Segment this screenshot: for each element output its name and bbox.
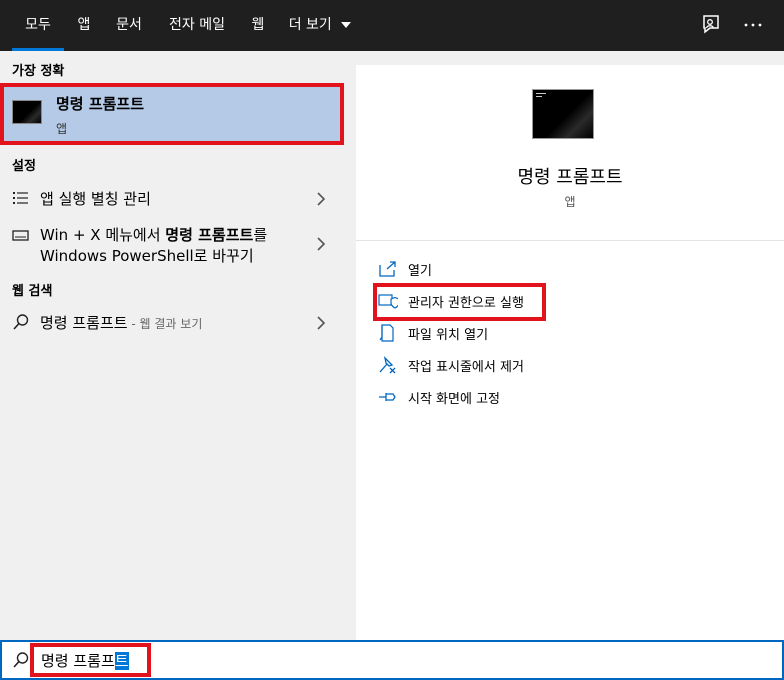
- tab-apps[interactable]: 앱: [70, 0, 98, 51]
- pin-icon: [379, 393, 396, 401]
- tab-email[interactable]: 전자 메일: [162, 0, 232, 51]
- web-search-suffix: - 웹 결과 보기: [127, 317, 203, 331]
- search-icon: [13, 652, 29, 668]
- unpin-from-taskbar-label: 작업 표시줄에서 제거: [408, 360, 524, 375]
- run-as-admin-callout: [373, 283, 546, 321]
- tab-all[interactable]: 모두: [12, 0, 64, 51]
- best-match-header: 가장 정확: [12, 64, 65, 79]
- tab-documents[interactable]: 문서: [109, 0, 149, 51]
- web-search-item[interactable]: 명령 프롬프트 - 웹 결과 보기: [0, 307, 344, 337]
- web-search-header: 웹 검색: [12, 284, 53, 299]
- web-search-query: 명령 프롬프트: [40, 314, 128, 332]
- unpin-icon: [379, 356, 396, 374]
- preview-title: 명령 프롬프트: [517, 167, 623, 188]
- feedback-icon[interactable]: [698, 12, 724, 38]
- chevron-right-icon: [317, 237, 326, 251]
- open-label: 열기: [408, 264, 432, 279]
- results-panel: 가장 정확 명령 프롬프트 앱 설정 앱 실행 별칭 관리 Win + X 메뉴…: [0, 51, 344, 640]
- tab-more-label: 더 보기: [288, 17, 332, 33]
- tab-more[interactable]: 더 보기: [285, 0, 355, 51]
- search-icon: [13, 314, 29, 330]
- pin-to-start-label: 시작 화면에 고정: [408, 392, 500, 407]
- settings-header: 설정: [12, 159, 36, 174]
- command-prompt-large-icon: [532, 89, 594, 139]
- label-bold: 명령 프롬프트: [165, 226, 254, 244]
- setting-item-winx-menu[interactable]: Win + X 메뉴에서 명령 프롬프트를 Windows PowerShell…: [0, 221, 344, 267]
- setting-item-app-alias[interactable]: 앱 실행 별칭 관리: [0, 183, 344, 213]
- file-location-icon: [379, 324, 394, 342]
- chevron-right-icon: [317, 316, 326, 330]
- preview-subtitle: 앱: [564, 195, 576, 209]
- search-callout: [30, 643, 151, 677]
- open-icon: [379, 261, 396, 277]
- setting-item-label-line2: Windows PowerShell로 바꾸기: [40, 247, 254, 265]
- setting-item-label: 앱 실행 별칭 관리: [40, 190, 151, 208]
- label-suffix: 를: [253, 226, 268, 244]
- list-icon: [13, 192, 28, 204]
- search-filter-bar: 모두 앱 문서 전자 메일 웹 더 보기: [0, 0, 784, 51]
- tab-web[interactable]: 웹: [245, 0, 271, 51]
- setting-item-label-line1: Win + X 메뉴에서 명령 프롬프트를: [40, 224, 267, 245]
- monitor-icon: [12, 230, 29, 241]
- open-file-location-label: 파일 위치 열기: [408, 328, 489, 343]
- caret-down-icon: [341, 22, 352, 28]
- chevron-right-icon: [317, 192, 326, 206]
- divider: [356, 240, 784, 241]
- ellipsis-icon[interactable]: [740, 12, 766, 38]
- preview-panel: 명령 프롬프트 앱 열기 관리자 권한으로 실행 파일 위치 열기 작업 표시줄…: [356, 65, 784, 640]
- label-prefix: Win + X 메뉴에서: [40, 226, 166, 244]
- web-search-label: 명령 프롬프트 - 웹 결과 보기: [40, 312, 202, 333]
- best-match-callout: [0, 83, 344, 145]
